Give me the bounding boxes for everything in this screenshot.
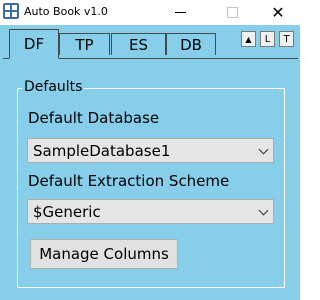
l-button-label: L	[264, 33, 271, 45]
tab-label: ES	[129, 35, 148, 54]
move-up-button[interactable]: ▲	[241, 31, 256, 47]
tab-label: TP	[75, 35, 94, 54]
minimize-icon	[174, 12, 186, 13]
window-title: Auto Book v1.0	[24, 5, 108, 18]
default-database-label: Default Database	[28, 109, 160, 127]
maximize-icon	[226, 7, 238, 18]
defaults-group-label: Defaults	[22, 79, 85, 95]
default-extraction-scheme-label: Default Extraction Scheme	[28, 172, 230, 190]
close-icon: ✕	[271, 3, 285, 22]
default-extraction-scheme-select[interactable]: $Generic	[27, 199, 274, 224]
default-database-value: SampleDatabase1	[33, 141, 171, 160]
default-extraction-scheme-value: $Generic	[33, 202, 101, 221]
tab-tp[interactable]: TP	[59, 33, 110, 55]
maximize-button[interactable]	[212, 0, 252, 25]
close-button[interactable]: ✕	[258, 0, 298, 25]
chevron-down-icon	[258, 205, 269, 216]
title-bar[interactable]: Auto Book v1.0 ✕	[0, 0, 300, 25]
t-button-label: T	[283, 33, 290, 45]
t-button[interactable]: T	[279, 31, 294, 47]
tab-es[interactable]: ES	[111, 33, 166, 55]
manage-columns-label: Manage Columns	[39, 245, 169, 263]
tab-label: DB	[180, 35, 202, 54]
tab-label: DF	[23, 35, 45, 53]
tab-db[interactable]: DB	[166, 33, 216, 55]
app-icon	[3, 3, 19, 19]
default-database-select[interactable]: SampleDatabase1	[27, 138, 274, 163]
chevron-down-icon	[258, 144, 269, 155]
tab-df[interactable]: DF	[9, 29, 59, 59]
manage-columns-button[interactable]: Manage Columns	[30, 239, 178, 269]
app-window: Auto Book v1.0 ✕ DF TP ES DB ▲ L T Defau…	[0, 0, 300, 300]
triangle-up-icon: ▲	[245, 34, 252, 44]
minimize-button[interactable]	[160, 0, 200, 25]
l-button[interactable]: L	[260, 31, 275, 47]
